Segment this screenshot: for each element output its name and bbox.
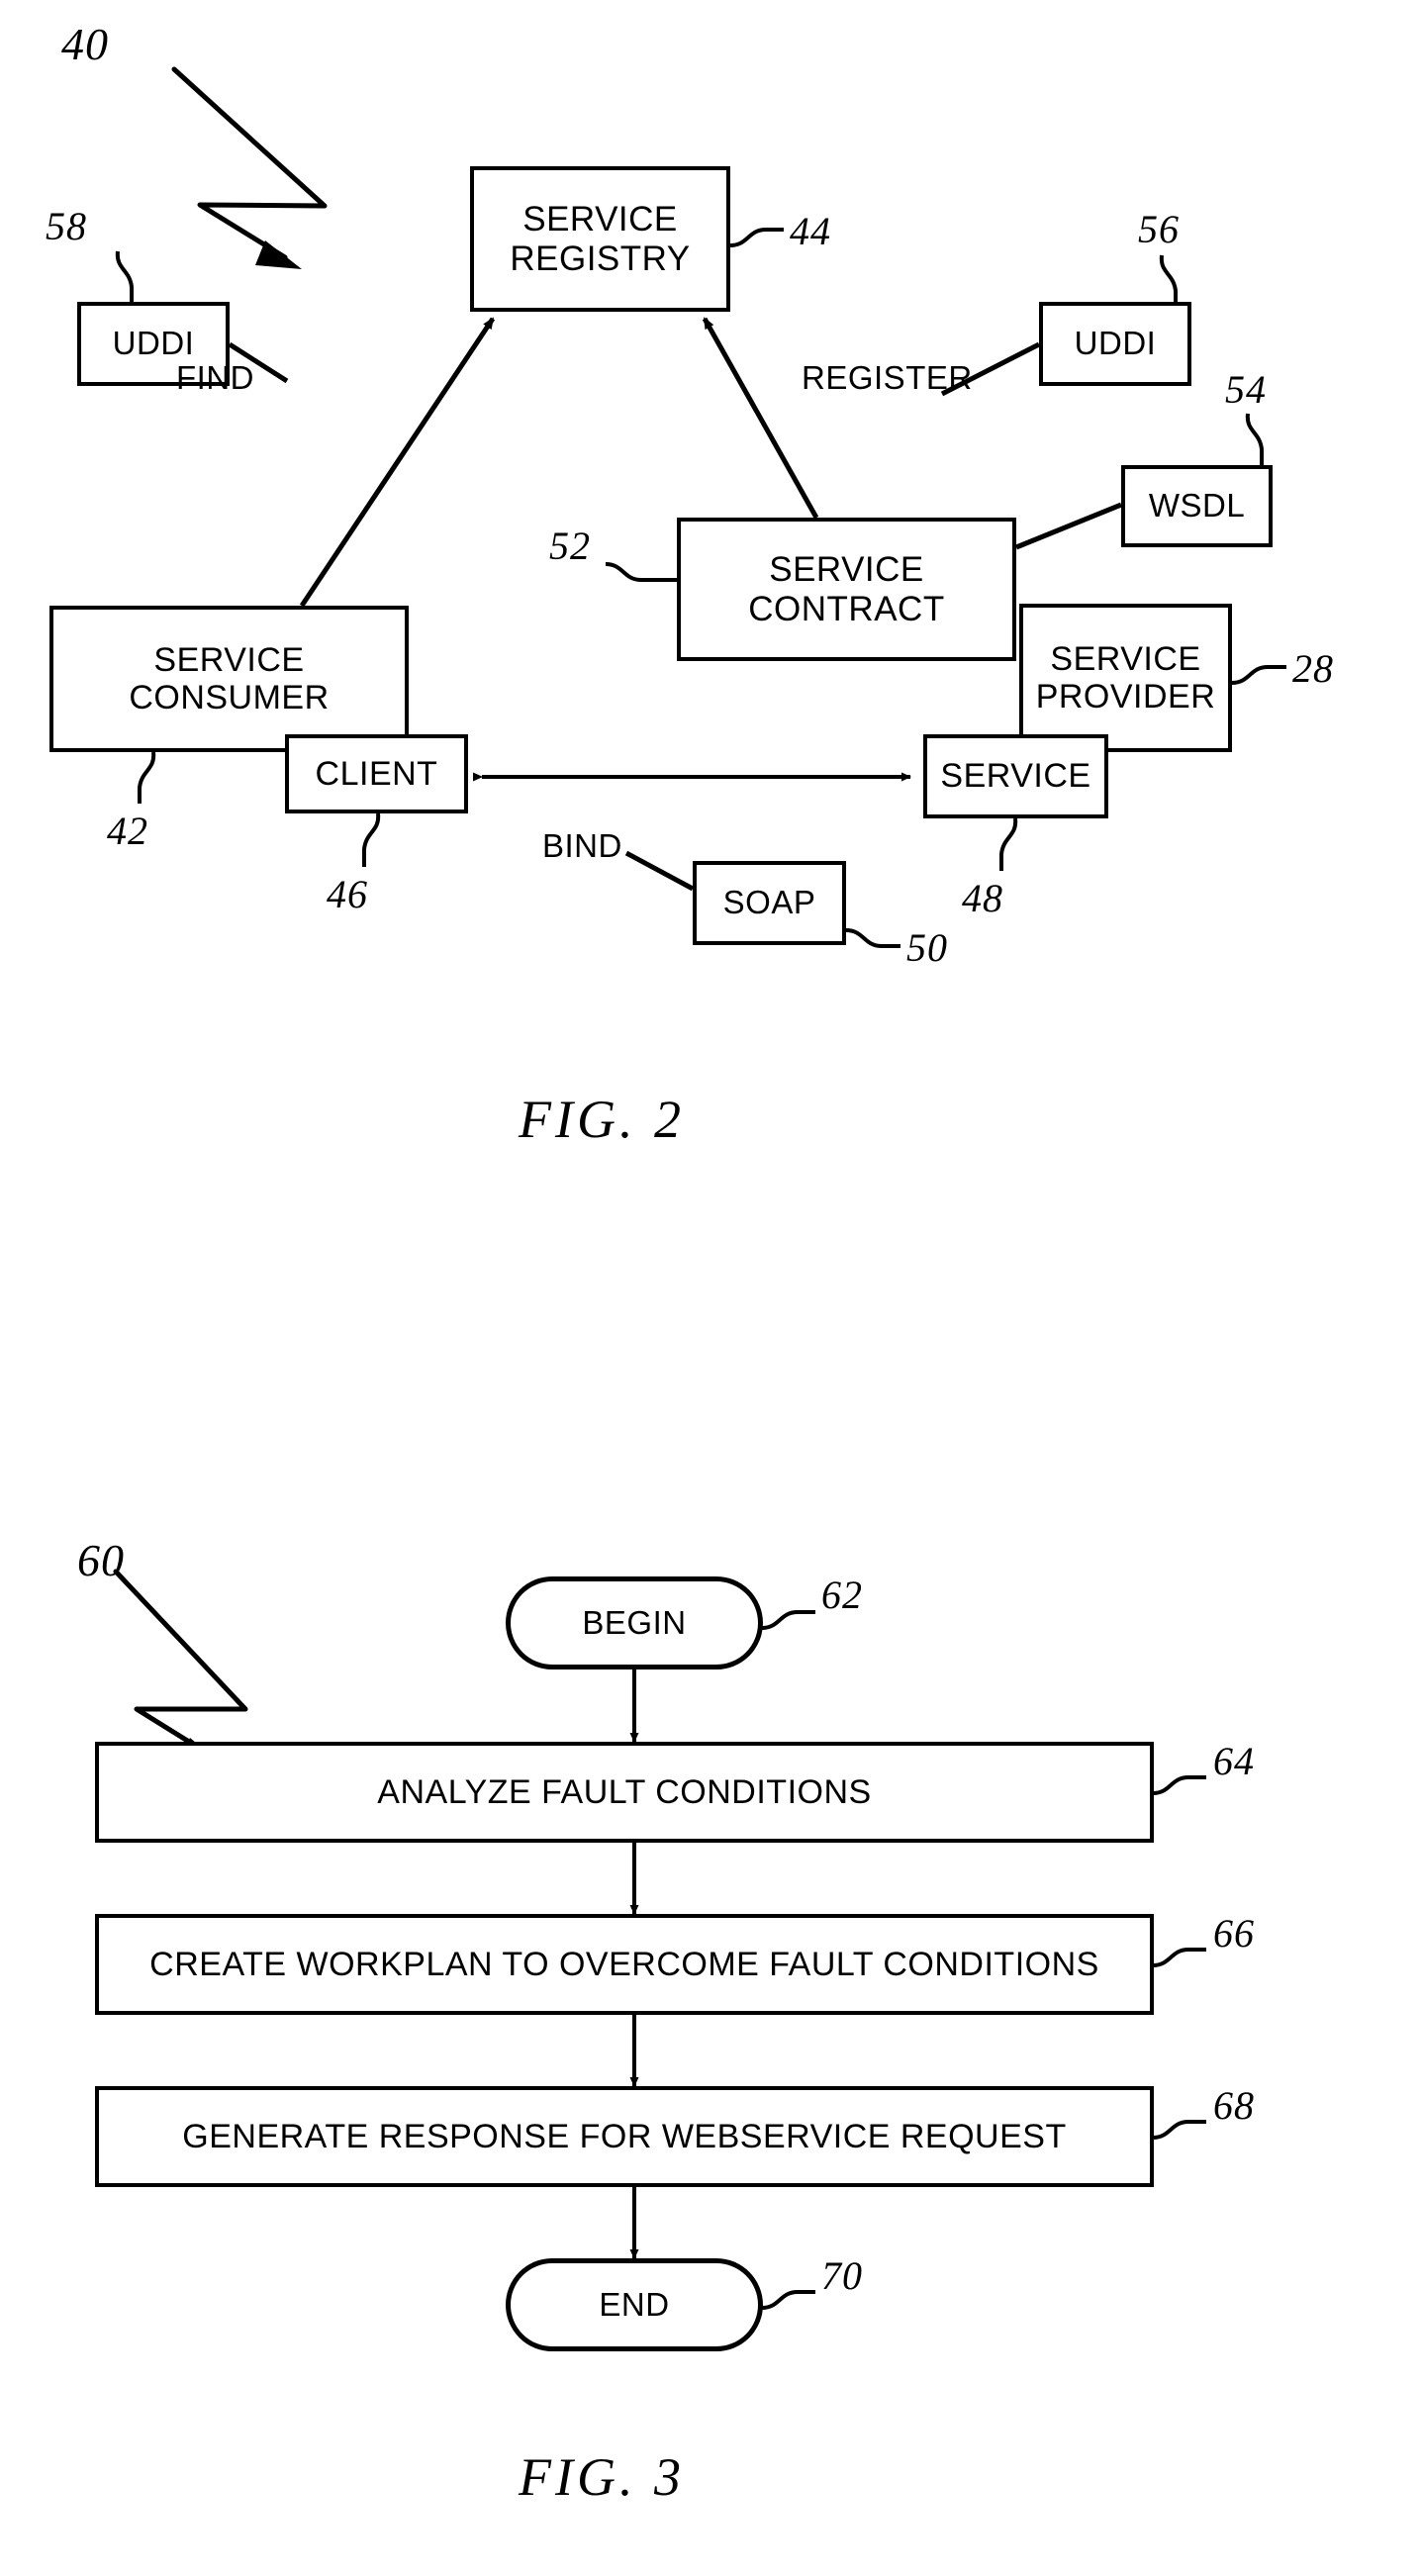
figure-caption-3: FIG. 3 bbox=[519, 2447, 685, 2507]
reference-numeral-68: 68 bbox=[1213, 2083, 1255, 2128]
leader-54 bbox=[1245, 413, 1264, 465]
reference-numeral-56: 56 bbox=[1138, 207, 1180, 251]
node-service-label: SERVICE bbox=[940, 757, 1091, 796]
patent-drawing-sheet: 40 58 UDDI FIND SERVICE REGISTRY 44 REGI… bbox=[0, 0, 1421, 2576]
reference-numeral-60: 60 bbox=[77, 1535, 125, 1585]
leader-48 bbox=[999, 817, 1018, 871]
flow-node-analyze-fault-conditions[interactable]: ANALYZE FAULT CONDITIONS bbox=[95, 1742, 1154, 1843]
lead-arrow-40 bbox=[171, 66, 328, 260]
leader-70 bbox=[761, 2290, 815, 2310]
node-soap-label: SOAP bbox=[722, 884, 816, 921]
edge-label-find: FIND bbox=[176, 359, 254, 396]
node-service-contract[interactable]: SERVICE CONTRACT bbox=[677, 518, 1016, 661]
node-uddi-left-label: UDDI bbox=[112, 325, 195, 362]
leader-64 bbox=[1152, 1775, 1206, 1795]
reference-numeral-70: 70 bbox=[821, 2253, 863, 2298]
leader-66 bbox=[1152, 1948, 1206, 1967]
reference-numeral-46: 46 bbox=[327, 872, 368, 916]
leader-58 bbox=[115, 250, 134, 302]
flow-node-end[interactable]: END bbox=[506, 2258, 763, 2351]
lead-arrow-60 bbox=[113, 1569, 248, 1758]
arrow-consumer-to-registry bbox=[299, 317, 496, 608]
reference-numeral-66: 66 bbox=[1213, 1911, 1255, 1956]
reference-numeral-62: 62 bbox=[821, 1573, 863, 1617]
node-soap[interactable]: SOAP bbox=[693, 861, 846, 945]
leader-28 bbox=[1231, 665, 1286, 685]
leader-bind bbox=[624, 850, 695, 892]
node-service-contract-label: SERVICE CONTRACT bbox=[748, 550, 945, 628]
arrow-contract-to-registry bbox=[702, 317, 819, 520]
leader-44 bbox=[729, 228, 784, 247]
leader-52 bbox=[605, 562, 677, 582]
flow-node-analyze-fault-conditions-label: ANALYZE FAULT CONDITIONS bbox=[377, 1772, 872, 1811]
flow-node-generate-response[interactable]: GENERATE RESPONSE FOR WEBSERVICE REQUEST bbox=[95, 2086, 1154, 2187]
reference-numeral-28: 28 bbox=[1292, 646, 1334, 691]
flow-node-create-workplan-label: CREATE WORKPLAN TO OVERCOME FAULT CONDIT… bbox=[149, 1945, 1099, 1983]
reference-numeral-40: 40 bbox=[61, 19, 109, 69]
lead-arrow-40-head bbox=[255, 240, 302, 269]
node-client[interactable]: CLIENT bbox=[285, 734, 468, 813]
edge-label-bind: BIND bbox=[542, 827, 622, 864]
flow-node-end-label: END bbox=[599, 2286, 670, 2323]
node-wsdl-label: WSDL bbox=[1148, 487, 1246, 525]
figure-caption-2: FIG. 2 bbox=[519, 1090, 685, 1149]
flow-node-begin[interactable]: BEGIN bbox=[506, 1576, 763, 1670]
reference-numeral-58: 58 bbox=[46, 204, 87, 248]
leader-50 bbox=[845, 928, 900, 948]
leader-56 bbox=[1159, 254, 1178, 302]
reference-numeral-42: 42 bbox=[107, 809, 148, 853]
node-service[interactable]: SERVICE bbox=[923, 734, 1108, 818]
flow-node-create-workplan[interactable]: CREATE WORKPLAN TO OVERCOME FAULT CONDIT… bbox=[95, 1914, 1154, 2015]
node-uddi-right[interactable]: UDDI bbox=[1039, 302, 1191, 386]
node-client-label: CLIENT bbox=[315, 754, 438, 793]
node-wsdl[interactable]: WSDL bbox=[1121, 465, 1273, 547]
node-service-provider-label: SERVICE PROVIDER bbox=[1035, 639, 1216, 716]
reference-numeral-52: 52 bbox=[549, 524, 591, 568]
node-service-consumer-label: SERVICE CONSUMER bbox=[129, 640, 330, 716]
node-service-provider[interactable]: SERVICE PROVIDER bbox=[1019, 604, 1232, 752]
leader-46 bbox=[362, 812, 381, 867]
node-service-registry-label: SERVICE REGISTRY bbox=[510, 200, 691, 278]
reference-numeral-50: 50 bbox=[906, 925, 948, 970]
node-service-registry[interactable]: SERVICE REGISTRY bbox=[470, 166, 730, 312]
reference-numeral-48: 48 bbox=[962, 876, 1003, 920]
leader-42 bbox=[138, 751, 156, 804]
leader-68 bbox=[1152, 2120, 1206, 2140]
reference-numeral-54: 54 bbox=[1225, 367, 1267, 412]
flow-node-begin-label: BEGIN bbox=[582, 1604, 687, 1641]
connector-wsdl-contract bbox=[1015, 502, 1122, 550]
leader-62 bbox=[761, 1610, 815, 1630]
node-uddi-right-label: UDDI bbox=[1074, 325, 1157, 362]
node-service-consumer[interactable]: SERVICE CONSUMER bbox=[49, 606, 409, 752]
reference-numeral-64: 64 bbox=[1213, 1739, 1255, 1783]
reference-numeral-44: 44 bbox=[790, 209, 831, 253]
flow-node-generate-response-label: GENERATE RESPONSE FOR WEBSERVICE REQUEST bbox=[182, 2117, 1067, 2155]
edge-label-register: REGISTER bbox=[802, 359, 973, 396]
